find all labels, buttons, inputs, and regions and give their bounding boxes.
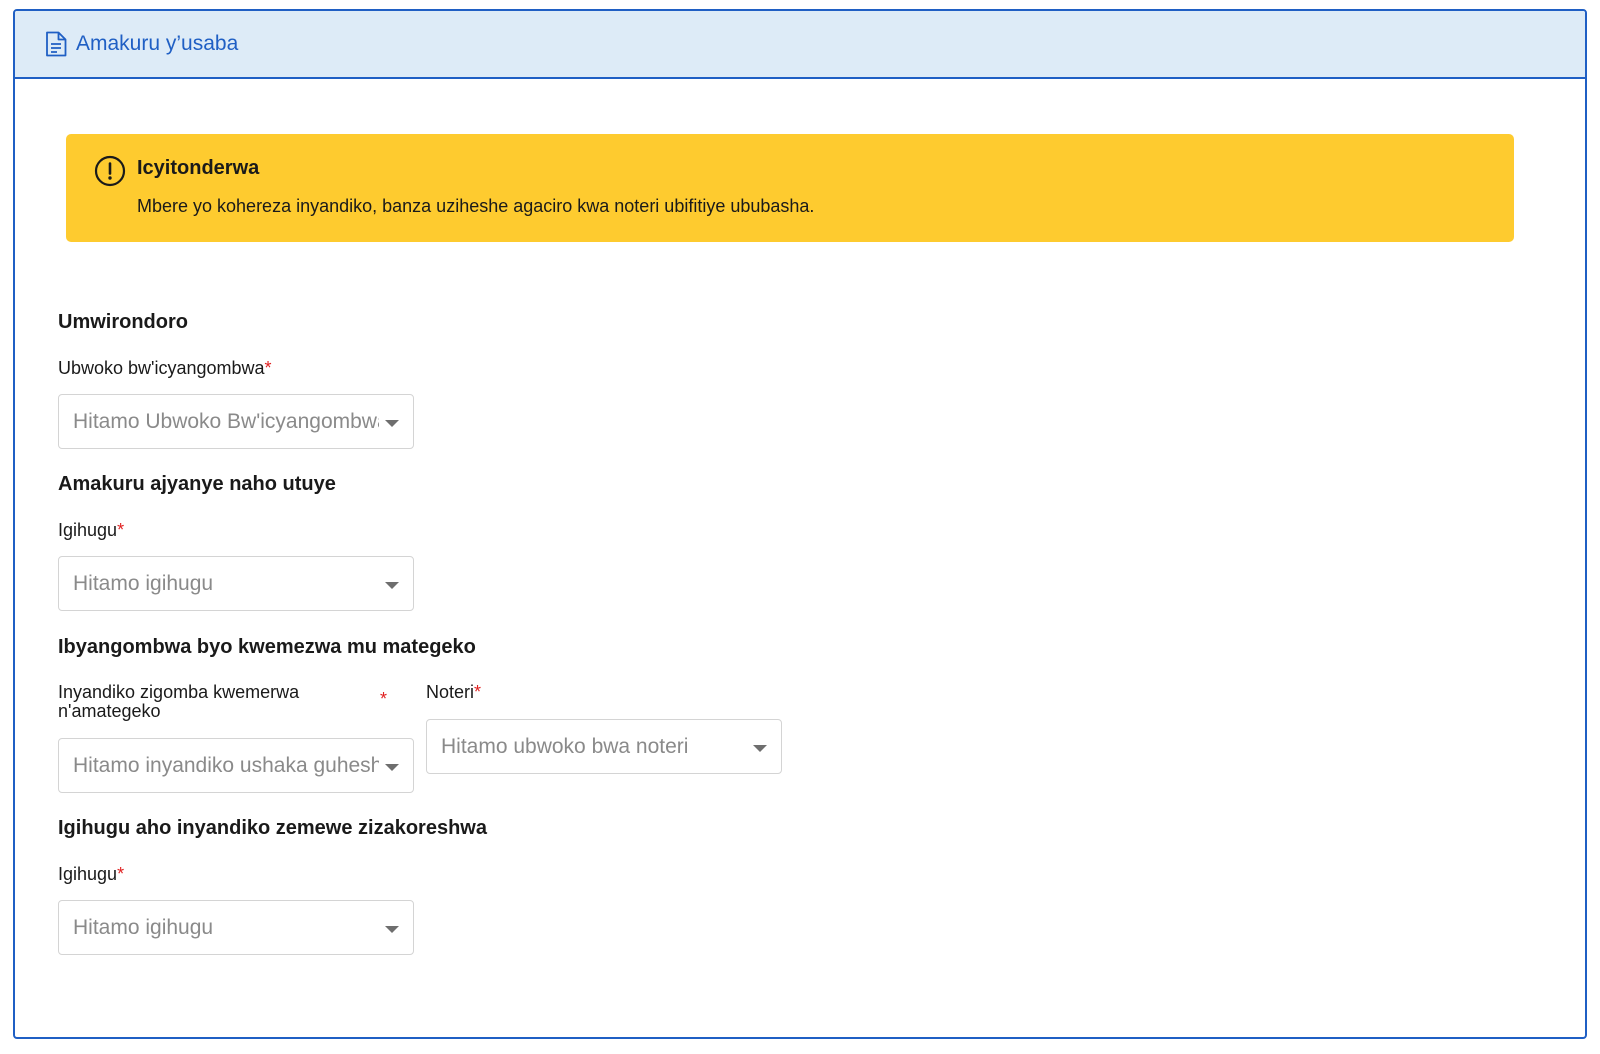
alert-text: Mbere yo kohereza inyandiko, banza uzihe…: [137, 196, 815, 216]
doc-type-label: Ubwoko bw'icyangombwa*: [58, 358, 272, 378]
legal-docs-placeholder: Hitamo inyandiko ushaka guhesha agaciro: [73, 753, 379, 777]
document-icon: [45, 31, 67, 57]
required-marker: *: [117, 520, 125, 540]
card-title: Amakuru y’usaba: [76, 32, 239, 55]
residence-country-placeholder: Hitamo igihugu: [73, 571, 214, 595]
chevron-down-icon: [385, 420, 399, 427]
chevron-down-icon: [385, 926, 399, 933]
notary-placeholder: Hitamo ubwoko bwa noteri: [441, 734, 689, 758]
alert-title: Icyitonderwa: [137, 157, 260, 179]
section-heading-legalization: Ibyangombwa byo kwemezwa mu mategeko: [58, 636, 476, 658]
exclamation-circle-icon: [94, 155, 126, 187]
legal-docs-label: Inyandiko zigomba kwemerwa n'amategeko: [58, 682, 300, 721]
residence-country-select[interactable]: Hitamo igihugu: [58, 556, 414, 611]
section-heading-usage-country: Igihugu aho inyandiko zemewe zizakoreshw…: [58, 817, 487, 839]
notary-select[interactable]: Hitamo ubwoko bwa noteri: [426, 719, 782, 774]
residence-country-label: Igihugu*: [58, 520, 125, 540]
section-heading-residence: Amakuru ajyanye naho utuye: [58, 473, 336, 495]
doc-type-select[interactable]: Hitamo Ubwoko Bw'icyangombwa: [58, 394, 414, 449]
doc-type-placeholder: Hitamo Ubwoko Bw'icyangombwa: [73, 409, 379, 433]
warning-alert: Icyitonderwa Mbere yo kohereza inyandiko…: [66, 134, 1514, 242]
chevron-down-icon: [385, 764, 399, 771]
usage-country-select[interactable]: Hitamo igihugu: [58, 900, 414, 955]
usage-country-placeholder: Hitamo igihugu: [73, 915, 214, 939]
notary-label: Noteri*: [426, 682, 482, 702]
legal-docs-select[interactable]: Hitamo inyandiko ushaka guhesha agaciro: [58, 738, 414, 793]
section-heading-profile: Umwirondoro: [58, 311, 188, 333]
card-header: Amakuru y’usaba: [15, 11, 1585, 79]
chevron-down-icon: [385, 582, 399, 589]
applicant-info-card: Amakuru y’usaba Icyitonderwa Mbere yo ko…: [13, 9, 1587, 1039]
required-marker: *: [380, 689, 388, 709]
required-marker: *: [264, 358, 272, 378]
chevron-down-icon: [753, 745, 767, 752]
required-marker: *: [474, 682, 482, 702]
usage-country-label: Igihugu*: [58, 864, 125, 884]
required-marker: *: [117, 864, 125, 884]
